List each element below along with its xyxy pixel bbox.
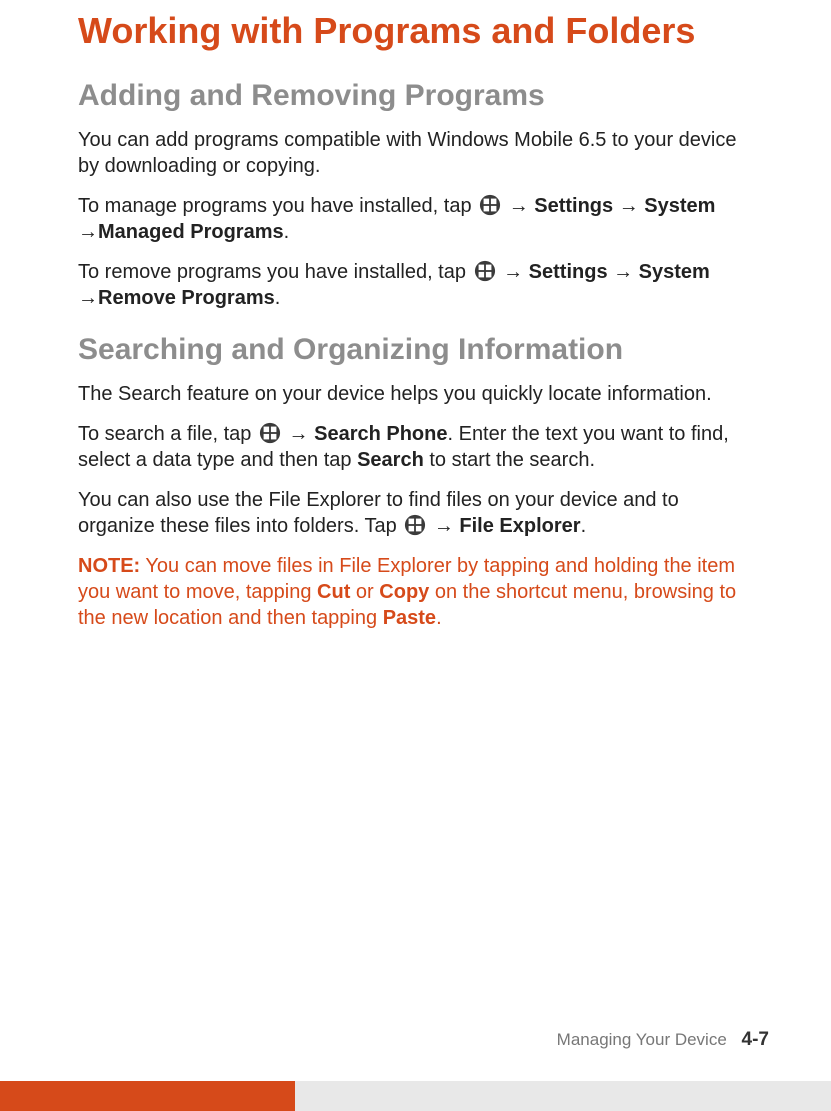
arrow-icon: → [289,423,309,445]
managed-programs-label: Managed Programs [98,221,284,243]
arrow-icon: → [509,195,529,217]
arrow-icon: → [78,287,98,309]
windows-start-icon [479,194,501,216]
note-label: NOTE: [78,555,140,577]
sec1-para2: To manage programs you have installed, t… [78,193,756,245]
sec2-para1: The Search feature on your device helps … [78,381,756,407]
text: . [436,607,442,629]
arrow-icon: → [503,261,523,283]
text: To manage programs you have installed, t… [78,195,477,217]
footer-accent-bar [0,1081,295,1111]
windows-start-icon [404,514,426,536]
section1-heading: Adding and Removing Programs [78,79,756,113]
search-label: Search [357,449,424,471]
section2-heading: Searching and Organizing Information [78,333,756,367]
system-label: System [639,195,716,217]
note-paragraph: NOTE: You can move files in File Explore… [78,553,756,631]
page-footer: Managing Your Device 4-7 [557,1029,769,1051]
sec1-para1: You can add programs compatible with Win… [78,127,756,179]
file-explorer-label: File Explorer [454,515,581,537]
sec2-para2: To search a file, tap → Search Phone. En… [78,421,756,473]
text: To search a file, tap [78,423,257,445]
arrow-icon: → [434,515,454,537]
text: You can also use the File Explorer to fi… [78,489,679,537]
text: To remove programs you have installed, t… [78,261,472,283]
text: or [350,581,379,603]
windows-start-icon [474,260,496,282]
settings-label: Settings [529,195,619,217]
windows-start-icon [259,422,281,444]
arrow-icon: → [78,221,98,243]
settings-label: Settings [523,261,613,283]
footer-grey-bar [295,1081,831,1111]
page-title: Working with Programs and Folders [78,8,756,53]
footer-section-label: Managing Your Device [557,1030,727,1049]
cut-label: Cut [317,581,350,603]
footer-page-number: 4-7 [742,1029,769,1050]
text: to start the search. [424,449,595,471]
arrow-icon: → [619,195,639,217]
search-phone-label: Search Phone [309,423,448,445]
arrow-icon: → [613,261,633,283]
paste-label: Paste [383,607,436,629]
system-label: System [633,261,710,283]
copy-label: Copy [379,581,429,603]
sec2-para3: You can also use the File Explorer to fi… [78,487,756,539]
remove-programs-label: Remove Programs [98,287,275,309]
sec1-para3: To remove programs you have installed, t… [78,259,756,311]
